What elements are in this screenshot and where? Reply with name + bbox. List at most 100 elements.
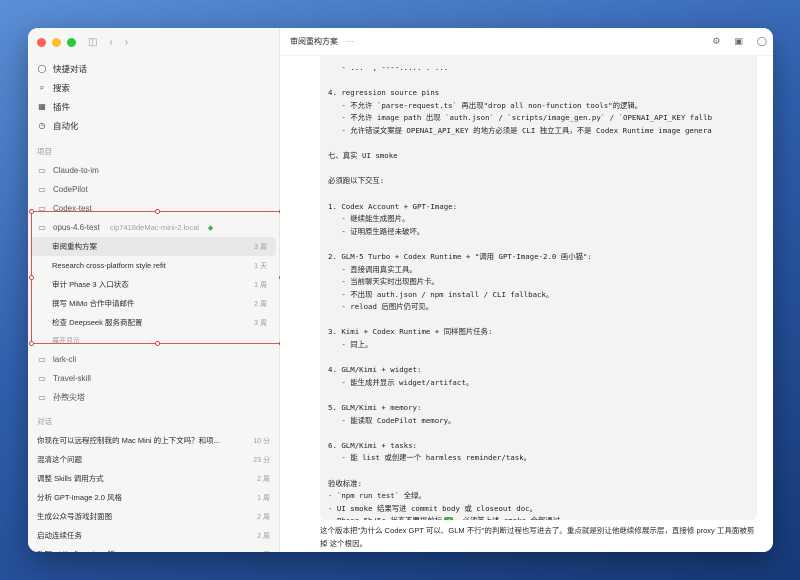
code-text: - 当前聊天实时出现图片卡。 [328, 277, 439, 287]
close-window-button[interactable] [37, 37, 46, 47]
project-item[interactable]: ▭ 孙煦尖塔 [28, 388, 279, 407]
sidebar-nav-label: 自动化 [53, 120, 79, 131]
conversation-label: 生成公众号游戏封面图 [37, 512, 112, 521]
code-text: - 允许错误文案提 OPENAI_API_KEY 的地方必须是 CLI 独立工具… [328, 125, 712, 135]
project-item[interactable]: ▭ Codex-test [28, 199, 279, 218]
code-line: - 当前聊天实时出现图片卡。 [328, 276, 757, 289]
conversation-age: 2 周 [257, 550, 270, 553]
clock-icon: ◷ [38, 121, 46, 130]
thread-label: 审阅重构方案 [52, 242, 97, 251]
plugin-icon: ▦ [38, 102, 46, 111]
page-title: 审阅重构方案 [290, 37, 338, 46]
code-line: - 能生成并显示 widget/artifact。 [328, 377, 757, 390]
thread-label: Research cross-platform style refit [52, 261, 166, 270]
code-line: 验收标准: [328, 478, 757, 491]
sidebar-nav-item[interactable]: ◯ 快捷对话 [28, 59, 279, 78]
folder-icon: ▭ [38, 185, 46, 194]
code-text: 必须跑以下交互: [328, 176, 385, 186]
back-arrow-icon[interactable]: ‹ [109, 37, 112, 48]
conversation-age: 2 周 [257, 475, 270, 483]
conversation-age: 2 周 [257, 532, 270, 540]
thread-age: 1 周 [254, 281, 267, 289]
forward-arrow-icon[interactable]: › [125, 37, 128, 48]
code-line: - 继续能生成图片。 [328, 213, 757, 226]
conversation-item[interactable]: 生成公众号游戏封面图 2 周 [28, 507, 279, 526]
thread-age: 2 周 [254, 300, 267, 308]
code-text: - 能生成并显示 widget/artifact。 [328, 377, 474, 387]
code-line: - 不出现 auth.json / npm install / CLI fall… [328, 289, 757, 302]
online-status-icon: ◆ [207, 224, 214, 232]
conversation-label: 你现在可以远程控制我的 Mac Mini 的上下文吗？和项... [37, 436, 220, 445]
folder-open-icon: ▭ [38, 223, 46, 232]
code-line: - 不允许 image path 出现 `auth.json` / `scrip… [328, 112, 757, 125]
code-text: 5. GLM/Kimi + memory: [328, 403, 422, 413]
conversation-item[interactable]: 启动连续任务 2 周 [28, 526, 279, 545]
code-line: 2. GLM-5 Turbo + Codex Runtime + "调用 GPT… [328, 251, 757, 264]
conversation-item[interactable]: 调整 Skills 调用方式 2 周 [28, 469, 279, 488]
sidebar-nav-item[interactable]: ◷ 自动化 [28, 116, 279, 135]
thread-item[interactable]: 撰写 MiMo 合作申请邮件 2 周 [31, 294, 276, 313]
code-text: 4. regression source pins [328, 88, 440, 98]
project-opus-4-6-test[interactable]: ▭ opus-4.6-test cip7418deMac-mini-2.loca… [28, 218, 279, 237]
assistant-message-paragraph: 这个版本把"为什么 Codex GPT 可以、GLM 不行"的判断过程也写进去了… [320, 526, 755, 548]
conversation-item[interactable]: 你现在可以远程控制我的 Mac Mini 的上下文吗？和项... 10 分 [28, 431, 279, 450]
code-text: 3. Kimi + Codex Runtime + 同样图片任务: [328, 327, 493, 337]
show-more-link[interactable]: 展开显示 [28, 332, 279, 350]
circle-icon[interactable]: ◯ [757, 36, 767, 47]
folder-icon: ▭ [38, 374, 46, 383]
terminal-icon[interactable]: ▣ [734, 36, 743, 47]
sidebar: ◫ ‹ › ◯ 快捷对话 ⌕ 搜索 ▦ 插件 ◷ 自动化 项目 ▭ Claude-to-im ▭ C… [28, 28, 284, 552]
thread-item[interactable]: Research cross-platform style refit 1 天 [31, 256, 276, 275]
thread-item[interactable]: 审计 Phase 3 入口状态 1 周 [31, 275, 276, 294]
code-text: - 不出现 auth.json / npm install / CLI fall… [328, 289, 554, 299]
project-label: Travel-skill [53, 374, 91, 383]
code-line: - 不允许 `parse-request.ts` 再出现"drop all no… [328, 100, 757, 113]
code-line: - Phase 5b/5c 状态不要提前标✓，必须等上述 smoke 全部通过。 [328, 515, 757, 520]
conversation-header: 审阅重构方案 ··· [280, 28, 773, 56]
sidebar-nav-item[interactable]: ▦ 插件 [28, 97, 279, 116]
sidebar-nav-item[interactable]: ⌕ 搜索 [28, 78, 279, 97]
code-text: 验收标准: [328, 478, 363, 488]
conversation-label: 分析 GPT-Image 2.0 风格 [37, 493, 123, 502]
code-line: 5. GLM/Kimi + memory: [328, 402, 757, 415]
code-line: - 证明原生路径未破坏。 [328, 226, 757, 239]
project-item[interactable]: ▭ Travel-skill [28, 369, 279, 388]
project-item[interactable]: ▭ lark-cli [28, 350, 279, 369]
conversation-item[interactable]: 混清这个问题 23 分 [28, 450, 279, 469]
thread-item[interactable]: 检查 Deepseek 服务商配置 3 周 [31, 313, 276, 332]
sidebar-toggle-icon[interactable]: ◫ [88, 37, 97, 48]
zoom-window-button[interactable] [67, 37, 76, 47]
sidebar-nav-label: 快捷对话 [53, 63, 88, 74]
folder-icon: ▭ [38, 355, 46, 364]
minimize-window-button[interactable] [52, 37, 61, 47]
more-options-button[interactable]: ··· [346, 37, 354, 46]
code-line: - reload 后图片仍可见。 [328, 301, 757, 314]
thread-item[interactable]: 审阅重构方案 3 周 [31, 237, 276, 256]
code-line: 6. GLM/Kimi + tasks: [328, 440, 757, 453]
folder-icon: ▭ [38, 166, 46, 175]
conversation-item[interactable]: 改写 Skills 为 Twitter 版 2 周 [28, 545, 279, 552]
conversation-label: 调整 Skills 调用方式 [37, 474, 104, 483]
code-line: - 直接调用真实工具。 [328, 264, 757, 277]
conversation-item[interactable]: 分析 GPT-Image 2.0 风格 1 周 [28, 488, 279, 507]
thread-age: 3 周 [254, 319, 267, 327]
project-item[interactable]: ▭ Claude-to-im [28, 161, 279, 180]
conversation-age: 1 周 [257, 494, 270, 502]
code-text: - 同上。 [328, 340, 373, 350]
settings-icon[interactable]: ⚙ [712, 36, 720, 47]
code-text: - 直接调用真实工具。 [328, 264, 417, 274]
thread-label: 检查 Deepseek 服务商配置 [52, 318, 143, 327]
code-line: - ... , ----..... . ... [328, 62, 757, 75]
code-line: 1. Codex Account + GPT-Image: [328, 201, 757, 214]
sidebar-nav-label: 插件 [53, 101, 71, 112]
code-line: - UI smoke 结果写进 commit body 或 closeout d… [328, 503, 757, 516]
code-text: - 继续能生成图片。 [328, 214, 410, 224]
project-label: Codex-test [53, 204, 92, 213]
thread-age: 1 天 [254, 262, 267, 270]
project-item[interactable]: ▭ CodePilot [28, 180, 279, 199]
project-label: CodePilot [53, 185, 88, 194]
conversation-label: 混清这个问题 [37, 455, 82, 464]
chat-bubble-icon: ◯ [37, 64, 47, 73]
